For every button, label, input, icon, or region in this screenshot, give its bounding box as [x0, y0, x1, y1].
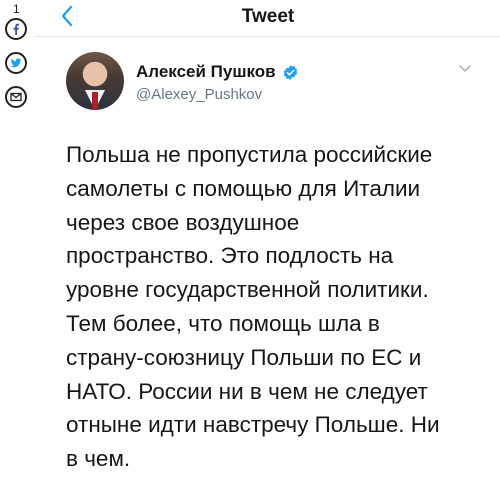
- chevron-down-icon[interactable]: [458, 64, 472, 74]
- twitter-icon: [10, 58, 22, 68]
- avatar-tie: [92, 92, 98, 110]
- tweet-screenshot: Tweet Алексей Пушков @Alexey_Pushkov Пол…: [36, 0, 500, 484]
- author-handle[interactable]: @Alexey_Pushkov: [136, 86, 262, 103]
- verified-badge-icon: [283, 64, 297, 80]
- author-display-name[interactable]: Алексей Пушков: [136, 62, 276, 82]
- envelope-icon: [10, 92, 22, 102]
- tweet-text: Польша не пропустила российские самолеты…: [66, 142, 440, 472]
- avatar[interactable]: [66, 52, 124, 110]
- facebook-share-button[interactable]: [5, 18, 27, 40]
- top-bar: Tweet: [36, 0, 500, 37]
- author-name-row: Алексей Пушков: [136, 62, 299, 82]
- share-rail: 1: [0, 0, 36, 120]
- facebook-icon: [13, 23, 19, 35]
- share-count: 1: [13, 2, 20, 16]
- page-title: Tweet: [241, 6, 295, 27]
- twitter-share-button[interactable]: [5, 52, 27, 74]
- email-share-button[interactable]: [5, 86, 27, 108]
